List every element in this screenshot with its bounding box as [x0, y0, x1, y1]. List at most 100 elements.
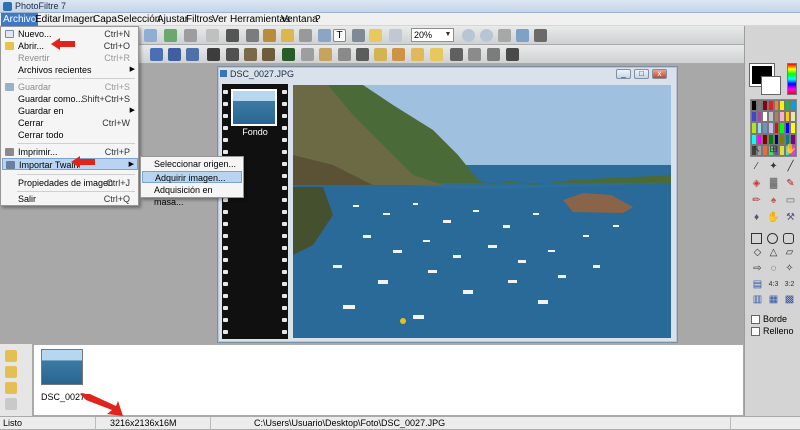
- menu-item-adquirir-imagen[interactable]: Adquirir imagen...: [142, 171, 242, 183]
- line-icon[interactable]: ╱: [784, 160, 797, 173]
- folder-up-icon[interactable]: [5, 366, 17, 378]
- menu-item-cerrar-todo[interactable]: Cerrar todo: [2, 129, 138, 141]
- background-color[interactable]: [761, 76, 781, 95]
- polygon-shape-icon[interactable]: ▱: [783, 246, 796, 259]
- contrast-icon[interactable]: [168, 48, 181, 61]
- menu-item-archivos-recientes[interactable]: Archivos recientes ▶: [2, 64, 138, 76]
- copy-icon[interactable]: [164, 29, 177, 42]
- menu-help[interactable]: ?: [313, 13, 323, 26]
- diamond-shape-icon[interactable]: ◇: [751, 246, 764, 259]
- emboss-icon[interactable]: [430, 48, 443, 61]
- canvas-icon[interactable]: [246, 29, 259, 42]
- align-icon[interactable]: ▤: [751, 278, 764, 291]
- automate-icon[interactable]: [506, 48, 519, 61]
- folder-icon[interactable]: [5, 350, 17, 362]
- menu-editar[interactable]: Editar: [33, 13, 63, 26]
- freehand-shape-icon[interactable]: ✧: [783, 262, 796, 275]
- folder-refresh-icon[interactable]: [5, 382, 17, 394]
- blur-icon[interactable]: [338, 48, 351, 61]
- menu-item-seleccionar-origen[interactable]: Seleccionar origen...: [142, 158, 242, 170]
- layer-icon[interactable]: [318, 29, 331, 42]
- fit-icon[interactable]: [389, 29, 402, 42]
- zoom-select[interactable]: 20% ▼: [411, 28, 454, 42]
- rotate-right-icon[interactable]: [262, 48, 275, 61]
- play-icon[interactable]: [5, 398, 17, 410]
- menu-item-salir[interactable]: Salir Ctrl+Q: [2, 193, 138, 205]
- ratio-3-2-icon[interactable]: 3:2: [783, 278, 796, 291]
- transform-icon[interactable]: [299, 29, 312, 42]
- rounded-rect-shape-icon[interactable]: [783, 233, 794, 244]
- wand-icon[interactable]: ✦: [767, 160, 780, 173]
- photo-canvas[interactable]: [293, 85, 671, 338]
- fit-page-icon[interactable]: ▩: [783, 293, 796, 306]
- menu-item-propiedades[interactable]: Propiedades de imagen Ctrl+J: [2, 177, 138, 189]
- brightness-icon[interactable]: [186, 48, 199, 61]
- arrow-shape-icon[interactable]: ⇨: [751, 262, 764, 275]
- menu-item-label: Nuevo...: [18, 29, 52, 39]
- border-checkbox[interactable]: [751, 315, 760, 324]
- minimize-icon[interactable]: _: [616, 69, 631, 79]
- select-arrow-icon[interactable]: ↖: [750, 143, 763, 156]
- paste-icon[interactable]: [184, 29, 197, 42]
- menu-item-cerrar[interactable]: Cerrar Ctrl+W: [2, 117, 138, 129]
- undo-icon[interactable]: [144, 29, 157, 42]
- menu-ver[interactable]: Ver: [210, 13, 229, 26]
- grayscale-icon[interactable]: [301, 48, 314, 61]
- effect-icon[interactable]: [411, 48, 424, 61]
- rotate-left-icon[interactable]: [244, 48, 257, 61]
- actual-size-icon[interactable]: [498, 29, 511, 42]
- fit-height-icon[interactable]: ▦: [767, 293, 780, 306]
- flip-v-icon[interactable]: [226, 48, 239, 61]
- close-icon[interactable]: x: [652, 69, 667, 79]
- hue-slider[interactable]: [787, 63, 797, 95]
- brush-icon[interactable]: ✎: [784, 177, 797, 190]
- mask-icon[interactable]: [263, 29, 276, 42]
- menu-item-guardar[interactable]: Guardar Ctrl+S: [2, 81, 138, 93]
- smudge-icon[interactable]: ✋: [767, 211, 780, 224]
- image-thumbnail[interactable]: [41, 349, 83, 385]
- zoom-out-icon[interactable]: [480, 29, 493, 42]
- texture-icon[interactable]: [392, 48, 405, 61]
- gradient-icon[interactable]: [374, 48, 387, 61]
- zoom-in-icon[interactable]: [462, 29, 475, 42]
- flip-h-icon[interactable]: [207, 48, 220, 61]
- menu-item-guardar-en[interactable]: Guardar en ▶: [2, 105, 138, 117]
- full-screen-icon[interactable]: [516, 29, 529, 42]
- rectangle-shape-icon[interactable]: [751, 233, 762, 244]
- triangle-shape-icon[interactable]: △: [767, 246, 780, 259]
- spray-icon[interactable]: ▓: [767, 177, 780, 190]
- shadow-icon[interactable]: [487, 48, 500, 61]
- border-icon[interactable]: [468, 48, 481, 61]
- lasso-icon[interactable]: ◌: [767, 262, 780, 275]
- frame-icon[interactable]: [450, 48, 463, 61]
- resize-icon[interactable]: [226, 29, 239, 42]
- hue-icon[interactable]: [282, 48, 295, 61]
- eraser-icon[interactable]: ▭: [784, 194, 797, 207]
- selection-icon[interactable]: [281, 29, 294, 42]
- advanced-brush-icon[interactable]: ♠: [767, 194, 780, 207]
- text-tool-icon[interactable]: T: [333, 29, 346, 42]
- menu-item-guardar-como[interactable]: Guardar como... Shift+Ctrl+S: [2, 93, 138, 105]
- fill-checkbox[interactable]: [751, 327, 760, 336]
- ellipse-shape-icon[interactable]: [767, 233, 778, 244]
- sepia-icon[interactable]: [319, 48, 332, 61]
- pencil-icon[interactable]: ✏: [750, 194, 763, 207]
- eyedropper-icon[interactable]: ⁄: [750, 160, 763, 173]
- layer-thumbnail[interactable]: [231, 89, 277, 126]
- lighten-icon[interactable]: [369, 29, 382, 42]
- fit-width-icon[interactable]: ▥: [751, 293, 764, 306]
- magic-wand-icon[interactable]: ⊞: [767, 143, 780, 156]
- rotate-icon[interactable]: [352, 29, 365, 42]
- fill-bucket-icon[interactable]: ◈: [750, 177, 763, 190]
- blur-drop-icon[interactable]: ♦: [750, 211, 763, 224]
- clone-stamp-icon[interactable]: ⚒: [784, 211, 797, 224]
- sharpen-icon[interactable]: [356, 48, 369, 61]
- slideshow-icon[interactable]: [534, 29, 547, 42]
- menu-item-adquisicion-masa[interactable]: Adquisición en masa...: [142, 184, 242, 207]
- hand-icon[interactable]: ✋: [784, 143, 797, 156]
- menu-item-revertir[interactable]: Revertir Ctrl+R: [2, 52, 138, 64]
- crop-icon[interactable]: [206, 29, 219, 42]
- levels-icon[interactable]: [150, 48, 163, 61]
- maximize-icon[interactable]: □: [634, 69, 649, 79]
- ratio-4-3-icon[interactable]: 4:3: [767, 278, 780, 291]
